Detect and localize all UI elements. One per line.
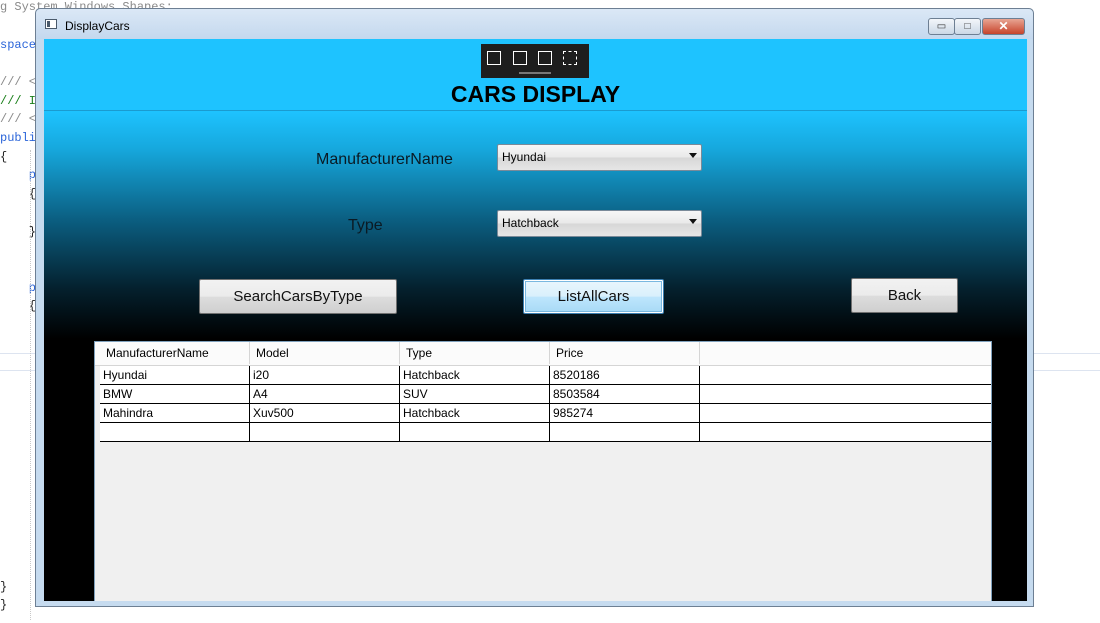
list-all-cars-button[interactable]: ListAllCars (523, 279, 664, 314)
cell-price[interactable] (550, 423, 700, 441)
column-header-type[interactable]: Type (400, 342, 550, 364)
code-line: } (0, 598, 8, 612)
chevron-down-icon (689, 153, 697, 158)
cell-manufacturername[interactable] (100, 423, 250, 441)
toolbar-grip[interactable] (519, 72, 551, 74)
cell-model[interactable] (250, 423, 400, 441)
cell-manufacturername[interactable]: BMW (100, 385, 250, 403)
cell-type[interactable]: SUV (400, 385, 550, 403)
type-selected-value: Hatchback (502, 216, 559, 230)
page-title: CARS DISPLAY (450, 81, 621, 107)
table-row-new[interactable] (100, 423, 991, 442)
manufacturer-selected-value: Hyundai (502, 150, 547, 164)
code-line: /// I (0, 94, 37, 108)
cell-price[interactable]: 8503584 (550, 385, 700, 403)
app-window-icon (45, 19, 57, 29)
code-line: /// < (0, 112, 37, 126)
live-visual-tree-icon[interactable] (487, 51, 501, 65)
track-focused-element-icon[interactable] (563, 51, 577, 65)
cars-datagrid[interactable]: ManufacturerName Model Type Price Hyunda… (94, 341, 992, 601)
column-header-manufacturername[interactable]: ManufacturerName (100, 342, 250, 364)
window-client-area: CARS DISPLAY ManufacturerName Hyundai Ty… (44, 39, 1027, 601)
table-row[interactable]: BMW A4 SUV 8503584 (100, 385, 991, 404)
cell-price[interactable]: 985274 (550, 404, 700, 422)
code-line: publi (0, 131, 37, 145)
cell-type[interactable]: Hatchback (400, 404, 550, 422)
minimize-button[interactable]: ▭ (928, 18, 955, 35)
maximize-button[interactable]: □ (954, 18, 981, 35)
manufacturer-combobox[interactable]: Hyundai (497, 144, 702, 171)
cell-price[interactable]: 8520186 (550, 366, 700, 384)
cell-manufacturername[interactable]: Mahindra (100, 404, 250, 422)
displaycars-window: DisplayCars ▭ □ ✕ CARS DISPLAY Manufactu… (35, 8, 1034, 607)
table-row[interactable]: Mahindra Xuv500 Hatchback 985274 (100, 404, 991, 423)
runtime-debug-toolbar (481, 44, 589, 78)
code-line: } (0, 580, 8, 594)
type-combobox[interactable]: Hatchback (497, 210, 702, 237)
display-layout-adorners-icon[interactable] (538, 51, 552, 65)
manufacturer-label: ManufacturerName (316, 151, 453, 168)
editor-indent-guide (30, 150, 31, 620)
cell-model[interactable]: i20 (250, 366, 400, 384)
cell-type[interactable]: Hatchback (400, 366, 550, 384)
column-header-price[interactable]: Price (550, 342, 700, 364)
close-button[interactable]: ✕ (982, 18, 1025, 35)
window-titlebar[interactable]: DisplayCars ▭ □ ✕ (36, 9, 1033, 39)
select-element-icon[interactable] (513, 51, 527, 65)
cell-model[interactable]: A4 (250, 385, 400, 403)
window-title: DisplayCars (65, 19, 130, 33)
cell-type[interactable] (400, 423, 550, 441)
table-row[interactable]: Hyundai i20 Hatchback 8520186 (100, 366, 991, 385)
back-button[interactable]: Back (851, 278, 958, 313)
type-label: Type (348, 217, 383, 234)
code-line: space (0, 38, 37, 52)
cell-model[interactable]: Xuv500 (250, 404, 400, 422)
cell-manufacturername[interactable]: Hyundai (100, 366, 250, 384)
code-line: { (0, 150, 8, 164)
code-line: /// < (0, 75, 37, 89)
header-divider (44, 110, 1027, 111)
chevron-down-icon (689, 219, 697, 224)
grid-header-row: ManufacturerName Model Type Price (95, 342, 991, 366)
search-cars-by-type-button[interactable]: SearchCarsByType (199, 279, 397, 314)
column-header-model[interactable]: Model (250, 342, 400, 364)
